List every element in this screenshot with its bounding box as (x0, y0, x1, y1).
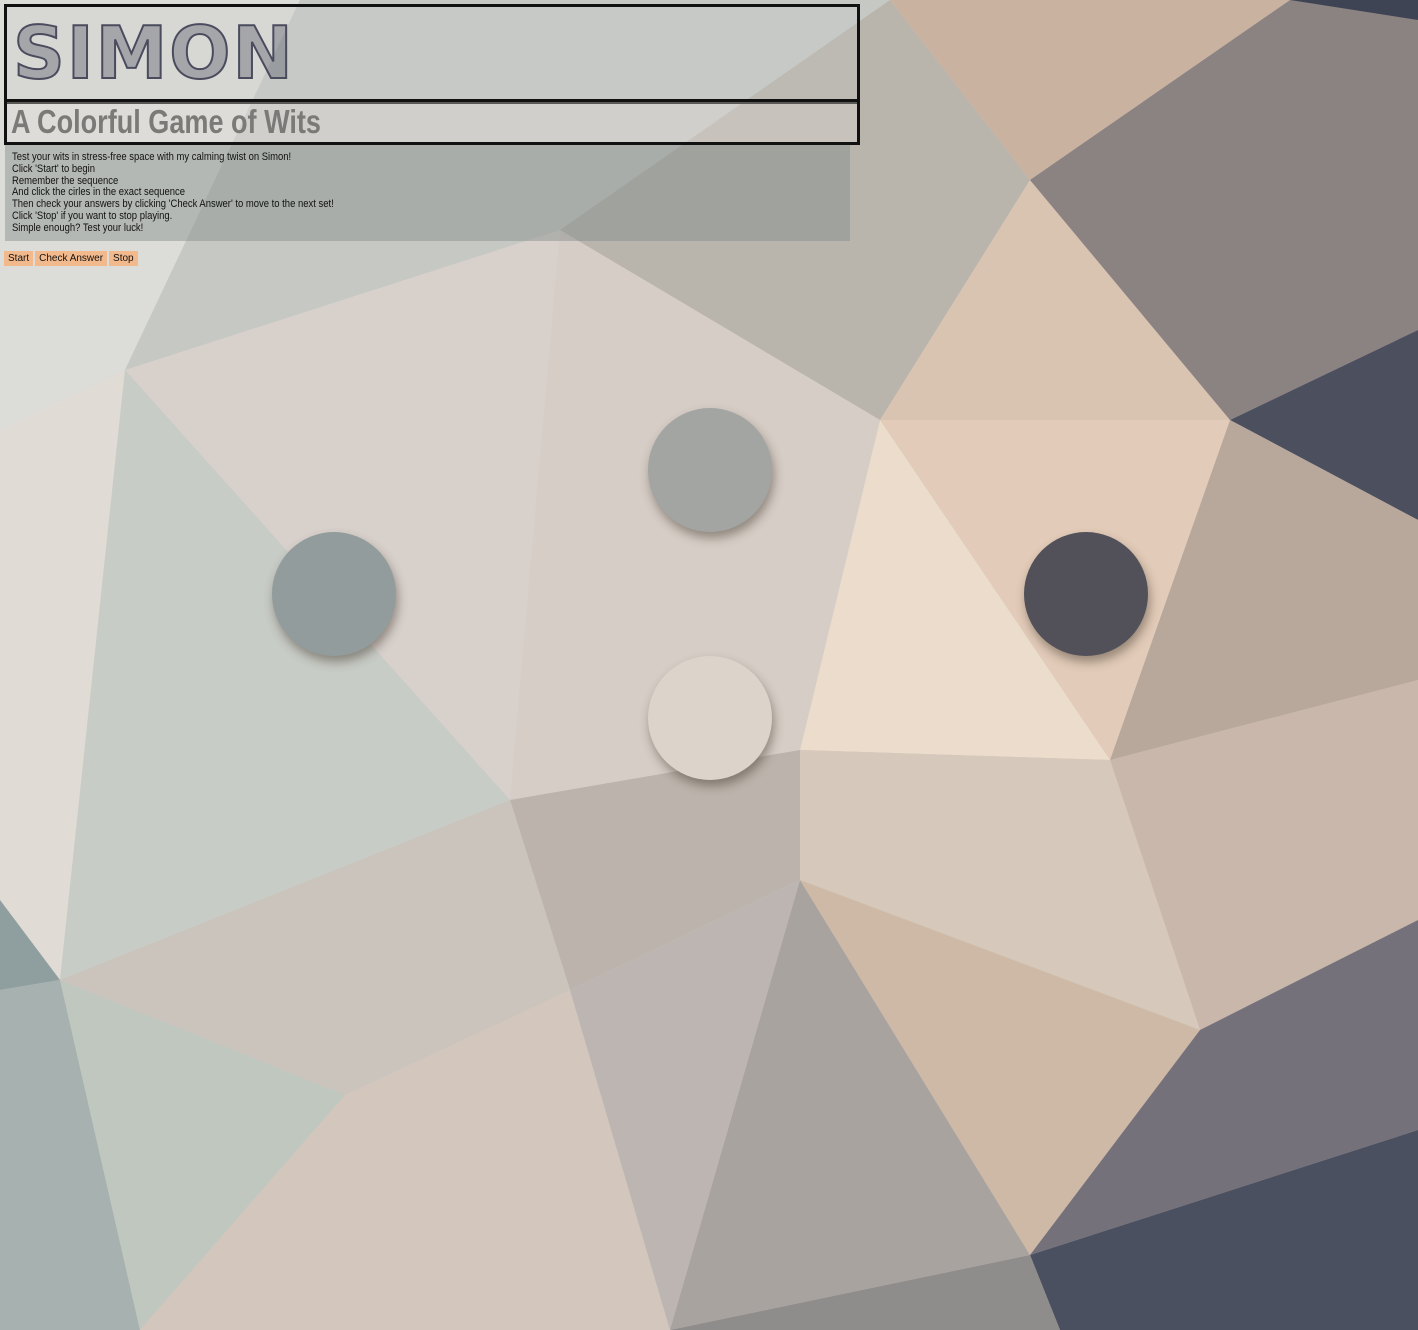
game-controls: Start Check Answer Stop (4, 251, 138, 266)
game-circle-top[interactable] (648, 408, 772, 532)
instruction-line: Click 'Start' to begin (12, 162, 96, 175)
game-subtitle: A Colorful Game of Wits (11, 103, 321, 140)
title-banner: SIMON SIMON (4, 4, 860, 104)
instruction-line: Test your wits in stress-free space with… (12, 151, 292, 163)
start-button[interactable]: Start (4, 251, 34, 266)
game-circle-bottom[interactable] (648, 656, 772, 780)
instructions-panel: Test your wits in stress-free space with… (5, 145, 850, 241)
check-answer-button[interactable]: Check Answer (35, 251, 108, 266)
subtitle-banner: A Colorful Game of Wits (4, 99, 860, 145)
stop-button[interactable]: Stop (109, 251, 138, 266)
game-circle-right[interactable] (1024, 532, 1148, 656)
instruction-line: Simple enough? Test your luck! (12, 221, 144, 234)
game-title: SIMON (12, 10, 295, 96)
game-circle-left[interactable] (272, 532, 396, 656)
